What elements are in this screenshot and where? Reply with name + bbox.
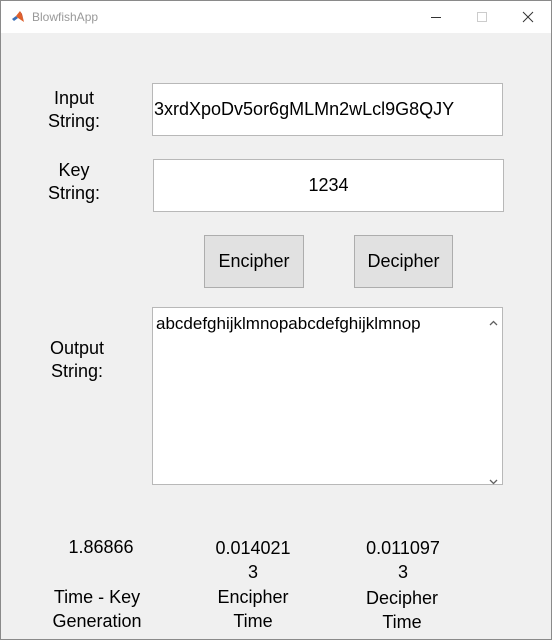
title-bar[interactable]: BlowfishApp [1, 1, 551, 33]
decipher-time-value-line1: 0.011097 [366, 538, 440, 558]
minimize-icon [431, 17, 441, 18]
encipher-time-value-line2: 3 [247, 562, 258, 582]
decipher-time-value-line2: 3 [397, 562, 408, 582]
key-string-field[interactable] [153, 159, 504, 212]
key-generation-time-value: 1.86866 [68, 537, 134, 557]
output-string-label: Output String: [37, 337, 117, 383]
input-label-line2: String: [47, 111, 101, 131]
decipher-time-label-line2: Time [382, 612, 422, 632]
key-time-label-line2: Generation [52, 611, 142, 631]
encipher-button[interactable]: Encipher [204, 235, 304, 288]
close-icon [522, 11, 534, 23]
encipher-time-label: Encipher Time [193, 585, 313, 633]
decipher-button[interactable]: Decipher [354, 235, 453, 288]
maximize-button[interactable] [459, 1, 505, 33]
encipher-time-value-line1: 0.014021 [215, 538, 291, 558]
key-label-line1: Key [58, 160, 90, 180]
close-button[interactable] [505, 1, 551, 33]
app-window: BlowfishApp Input String: Key String: En [0, 0, 552, 640]
key-time-label-line1: Time - Key [53, 587, 141, 607]
decipher-time-label-line1: Decipher [365, 588, 439, 608]
matlab-icon [11, 10, 25, 24]
minimize-button[interactable] [413, 1, 459, 33]
key-generation-time-label: Time - Key Generation [37, 585, 157, 633]
output-text: abcdefghijklmnopabcdefghijklmnop [156, 314, 421, 333]
vertical-scrollbar[interactable] [485, 308, 502, 485]
input-string-field[interactable] [152, 83, 503, 136]
decipher-time-value: 0.011097 3 [341, 536, 465, 584]
key-label-line2: String: [47, 183, 101, 203]
encipher-time-label-line1: Encipher [217, 587, 289, 607]
encipher-time-value: 0.014021 3 [191, 536, 315, 584]
chevron-down-icon[interactable] [489, 472, 498, 490]
window-title: BlowfishApp [32, 10, 99, 24]
chevron-up-icon[interactable] [489, 313, 498, 331]
decipher-time-label: Decipher Time [341, 586, 463, 634]
key-string-label: Key String: [37, 159, 111, 205]
output-label-line2: String: [50, 361, 104, 381]
maximize-icon [477, 12, 487, 22]
output-string-textarea[interactable]: abcdefghijklmnopabcdefghijklmnop [152, 307, 503, 485]
output-label-line1: Output [49, 338, 105, 358]
input-label-line1: Input [53, 88, 95, 108]
encipher-time-label-line2: Time [233, 611, 273, 631]
input-string-label: Input String: [37, 87, 111, 133]
